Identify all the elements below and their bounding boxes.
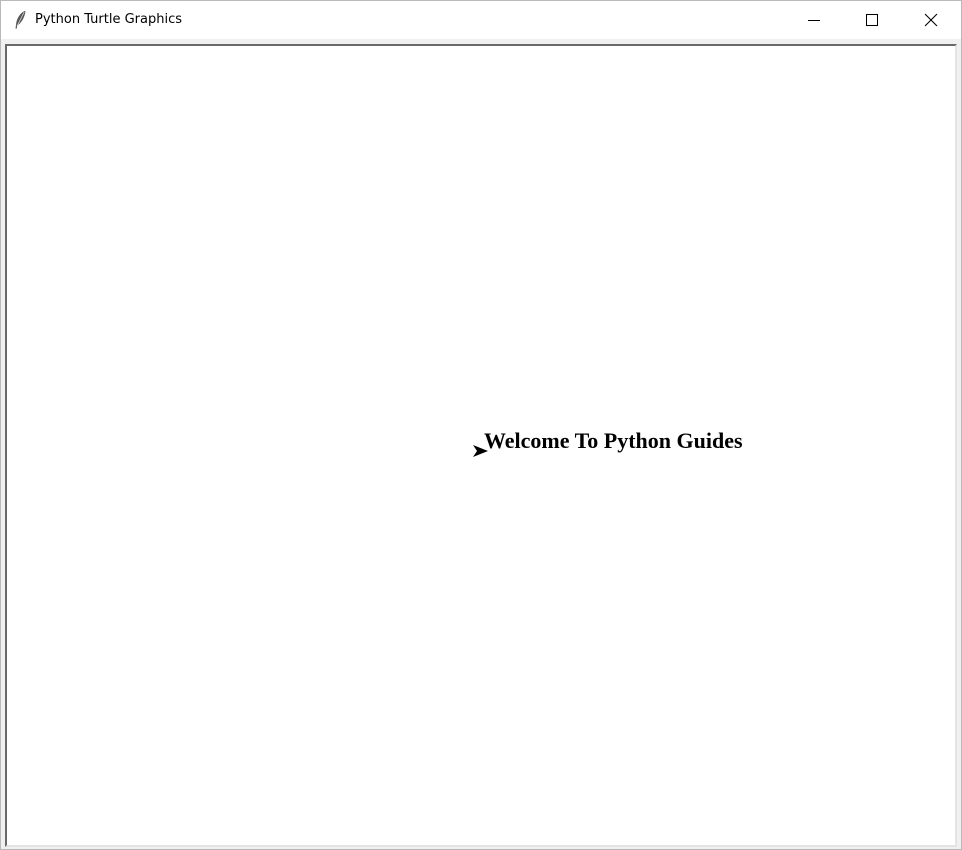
minimize-button[interactable]	[785, 1, 843, 39]
window-client-area: Welcome To Python Guides	[1, 39, 961, 849]
turtle-arrow-icon	[473, 444, 489, 458]
turtle-window: Python Turtle Graphics Welcome To Python…	[0, 0, 962, 850]
title-bar[interactable]: Python Turtle Graphics	[1, 1, 961, 39]
close-button[interactable]	[902, 1, 960, 39]
feather-icon	[13, 10, 27, 30]
canvas-text: Welcome To Python Guides	[484, 428, 743, 453]
window-title: Python Turtle Graphics	[35, 12, 182, 27]
maximize-button[interactable]	[843, 1, 901, 39]
turtle-canvas[interactable]: Welcome To Python Guides	[5, 44, 957, 847]
